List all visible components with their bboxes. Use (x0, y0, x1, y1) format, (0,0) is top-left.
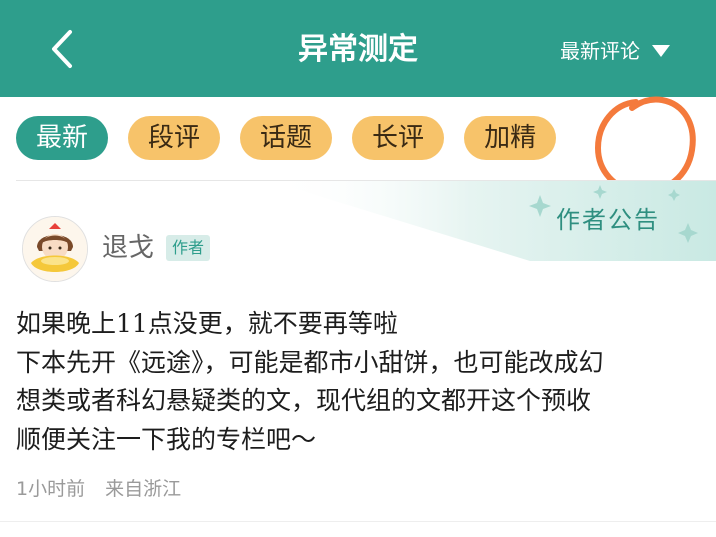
content-line: 顺便关注一下我的专栏吧～ (16, 424, 317, 454)
author-badge: 作者 (166, 235, 211, 261)
banner-label: 作者公告 (556, 206, 660, 234)
avatar[interactable] (22, 216, 88, 282)
triangle-down-icon (652, 45, 670, 57)
content-line: 如果晚上11点没更，就不要再等啦 (16, 309, 398, 338)
tab-latest[interactable]: 最新 (16, 116, 109, 160)
username[interactable]: 退戈 (102, 230, 154, 266)
divider (0, 521, 716, 522)
tab-featured[interactable]: 加精 (464, 116, 557, 160)
avatar-illustration (23, 217, 87, 281)
sort-label: 最新评论 (560, 39, 640, 63)
tab-paragraph-comments[interactable]: 段评 (128, 116, 221, 160)
post-location: 来自浙江 (105, 478, 182, 500)
filter-tabs: 最新 段评 话题 长评 加精 (16, 116, 576, 162)
post-content: 如果晚上11点没更，就不要再等啦 下本先开《远途》，可能是都市小甜饼，也可能改成… (16, 305, 706, 459)
top-bar: 异常测定 最新评论 (0, 0, 716, 97)
tab-topics[interactable]: 话题 (240, 116, 333, 160)
post-time: 1小时前 (16, 478, 86, 500)
content-line: 想类或者科幻悬疑类的文，现代组的文都开这个预收 (16, 386, 592, 415)
sort-dropdown[interactable]: 最新评论 (560, 36, 670, 66)
content-line: 下本先开《远途》，可能是都市小甜饼，也可能改成幻 (16, 347, 604, 377)
post-meta: 1小时前 来自浙江 (16, 476, 195, 502)
tab-long-reviews[interactable]: 长评 (352, 116, 445, 160)
